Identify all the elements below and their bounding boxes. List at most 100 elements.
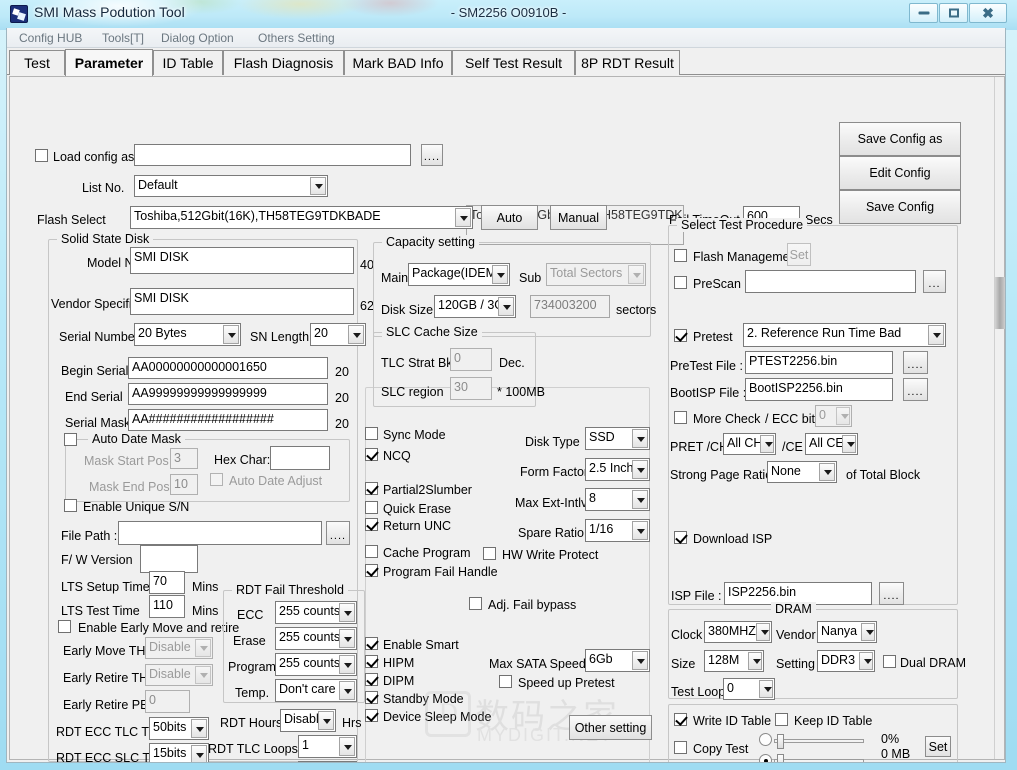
save-config-as-button[interactable]: Save Config as	[839, 122, 961, 156]
pretest-checkbox[interactable]	[674, 329, 687, 342]
vendor-specific-input[interactable]: SMI DISK	[130, 288, 354, 315]
slider-thumb[interactable]	[777, 754, 784, 762]
capacity-main-combo[interactable]: Package(IDEMA)	[408, 263, 510, 286]
file-path-browse-button[interactable]: ....	[326, 521, 350, 545]
prescan-browse-button[interactable]: ...	[923, 270, 946, 293]
sync-mode-checkbox[interactable]	[365, 427, 378, 440]
serial-number-combo[interactable]: 20 Bytes	[134, 323, 241, 346]
max-sata-speed-combo[interactable]: 6Gb	[585, 649, 650, 672]
close-button[interactable]: ✖	[969, 3, 1007, 23]
fw-version-input[interactable]	[140, 545, 198, 573]
rdt-ecc-tlc-th-combo[interactable]: 50bits	[149, 717, 209, 740]
file-path-input[interactable]	[118, 521, 322, 545]
return-unc-checkbox[interactable]	[365, 518, 378, 531]
auto-date-mask-checkbox[interactable]	[64, 433, 77, 446]
rdt-tlc-loops-combo[interactable]: 1	[298, 735, 357, 758]
hw-write-protect-checkbox[interactable]	[483, 547, 496, 560]
end-serial-input[interactable]: AA99999999999999999	[128, 383, 328, 405]
lts-setup-time-input[interactable]: 70	[149, 571, 185, 594]
rdt-slc-loops-combo[interactable]: 1	[298, 761, 357, 762]
copy-test-slider-bottom[interactable]	[774, 754, 864, 762]
menu-item-tools[interactable]: Tools[T]	[98, 30, 148, 46]
rdt-hours-combo[interactable]: Disable	[280, 709, 336, 732]
list-no-combo[interactable]: Default	[134, 175, 328, 197]
begin-serial-input[interactable]: AA00000000000001650	[128, 357, 328, 379]
rdt-ecc-combo[interactable]: 255 counts	[275, 601, 357, 624]
menu-item-config-hub[interactable]: Config HUB	[15, 30, 86, 46]
form-factor-combo[interactable]: 2.5 Inch	[585, 458, 650, 481]
quick-erase-checkbox[interactable]	[365, 501, 378, 514]
tab-mark-bad-info[interactable]: Mark BAD Info	[344, 50, 452, 75]
dual-dram-checkbox[interactable]	[883, 655, 896, 668]
test-loop-combo[interactable]: 0	[723, 678, 775, 700]
manual-button[interactable]: Manual	[550, 205, 607, 230]
pretest-file-browse-button[interactable]: ....	[903, 351, 928, 374]
vertical-scrollbar[interactable]	[994, 77, 1005, 759]
copy-test-checkbox[interactable]	[674, 741, 687, 754]
tab-id-table[interactable]: ID Table	[153, 50, 223, 75]
model-name-input[interactable]: SMI DISK	[130, 247, 354, 274]
serial-mask-input[interactable]: AA##################	[128, 409, 328, 431]
ce-combo[interactable]: All CE	[805, 433, 858, 455]
tab-flash-diagnosis[interactable]: Flash Diagnosis	[223, 50, 344, 75]
pret-ch-combo[interactable]: All CH	[723, 433, 776, 455]
standby-mode-checkbox[interactable]	[365, 691, 378, 704]
strong-page-ratio-combo[interactable]: None	[767, 461, 837, 483]
slider-thumb[interactable]	[777, 734, 784, 749]
hex-char-input[interactable]	[270, 446, 330, 470]
copy-test-radio-bottom[interactable]	[759, 754, 772, 762]
edit-config-button[interactable]: Edit Config	[839, 156, 961, 190]
tab-8p-rdt-result[interactable]: 8P RDT Result	[575, 50, 680, 75]
rdt-ecc-slc-th-combo[interactable]: 15bits	[149, 743, 209, 762]
device-sleep-mode-checkbox[interactable]	[365, 709, 378, 722]
program-fail-handle-checkbox[interactable]	[365, 564, 378, 577]
auto-button[interactable]: Auto	[481, 205, 538, 230]
maximize-button[interactable]	[939, 3, 968, 23]
dram-setting-combo[interactable]: DDR3	[817, 650, 875, 672]
load-config-browse-button[interactable]: ....	[421, 144, 443, 166]
pretest-combo[interactable]: 2. Reference Run Time Bad	[743, 323, 946, 347]
max-ext-intlv-combo[interactable]: 8	[585, 488, 650, 511]
hipm-checkbox[interactable]	[365, 655, 378, 668]
lts-test-time-input[interactable]: 110	[149, 595, 185, 618]
rdt-erase-combo[interactable]: 255 counts	[275, 627, 357, 650]
sn-length-combo[interactable]: 20	[310, 323, 366, 346]
spare-ratio-combo[interactable]: 1/16	[585, 519, 650, 542]
load-config-as-input[interactable]	[134, 144, 411, 166]
disk-size-combo[interactable]: 120GB / 3GB	[434, 295, 516, 318]
cache-program-checkbox[interactable]	[365, 545, 378, 558]
disk-type-combo[interactable]: SSD	[585, 427, 650, 450]
tab-self-test-result[interactable]: Self Test Result	[452, 50, 575, 75]
prescan-input[interactable]	[745, 270, 916, 293]
minimize-button[interactable]	[909, 3, 938, 23]
flash-management-checkbox[interactable]	[674, 249, 687, 262]
enable-early-move-checkbox[interactable]	[58, 620, 71, 633]
copy-test-slider-top[interactable]	[774, 734, 864, 749]
save-config-button[interactable]: Save Config	[839, 190, 961, 224]
copy-test-set-button[interactable]: Set	[925, 736, 951, 757]
enable-unique-sn-checkbox[interactable]	[64, 499, 77, 512]
more-check-checkbox[interactable]	[674, 411, 687, 424]
dram-clock-combo[interactable]: 380MHZ	[704, 621, 772, 643]
menu-item-dialog-option[interactable]: Dialog Option	[157, 30, 238, 46]
tab-parameter[interactable]: Parameter	[65, 49, 153, 76]
tab-test[interactable]: Test	[9, 50, 65, 75]
menu-item-others-setting[interactable]: Others Setting	[254, 30, 339, 46]
isp-file-browse-button[interactable]: ....	[879, 582, 904, 605]
rdt-temp-combo[interactable]: Don't care	[275, 679, 357, 702]
load-config-as-checkbox[interactable]	[35, 149, 48, 162]
dipm-checkbox[interactable]	[365, 673, 378, 686]
dram-vendor-combo[interactable]: Nanya	[817, 621, 877, 643]
flash-select-combo[interactable]: Toshiba,512Gbit(16K),TH58TEG9TDKBADE	[130, 206, 473, 229]
download-isp-checkbox[interactable]	[674, 531, 687, 544]
dram-size-combo[interactable]: 128M	[704, 650, 764, 672]
rdt-program-combo[interactable]: 255 counts	[275, 653, 357, 676]
keep-id-table-checkbox[interactable]	[775, 713, 788, 726]
partial2slumber-checkbox[interactable]	[365, 482, 378, 495]
pretest-file-input[interactable]: PTEST2256.bin	[745, 351, 893, 374]
enable-smart-checkbox[interactable]	[365, 637, 378, 650]
scrollbar-thumb[interactable]	[995, 277, 1005, 329]
copy-test-radio-top[interactable]	[759, 733, 772, 746]
prescan-checkbox[interactable]	[674, 276, 687, 289]
write-id-table-checkbox[interactable]	[674, 713, 687, 726]
